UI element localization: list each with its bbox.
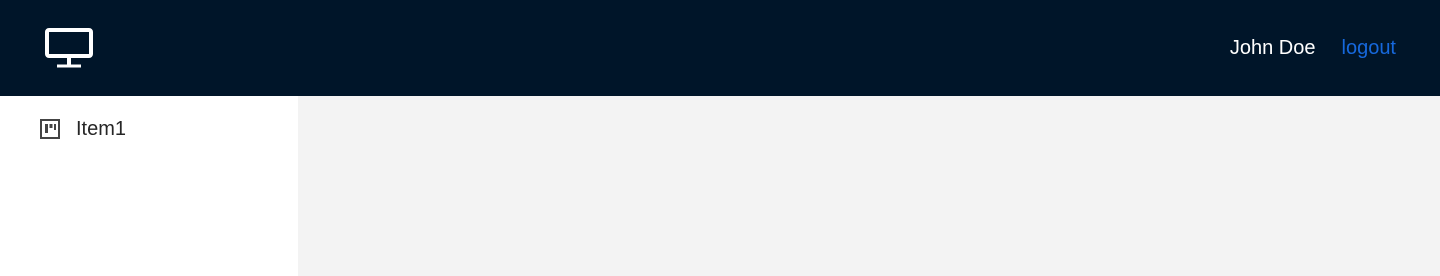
user-name: John Doe bbox=[1229, 36, 1316, 59]
project-board-icon bbox=[40, 119, 60, 139]
sidebar-item-label: Item1 bbox=[76, 117, 127, 140]
sidebar-item-item1[interactable]: Item1 bbox=[0, 118, 298, 140]
sidebar: Item1 bbox=[0, 96, 298, 276]
user-area: John Doe logout bbox=[1230, 37, 1396, 60]
desktop-icon bbox=[44, 27, 94, 69]
logout-link[interactable]: logout bbox=[1342, 37, 1397, 60]
main-layout: Item1 bbox=[0, 96, 1440, 276]
app-root: John Doe logout Item1 bbox=[0, 0, 1440, 276]
content-area bbox=[298, 96, 1440, 276]
top-header: John Doe logout bbox=[0, 0, 1440, 96]
logo[interactable] bbox=[44, 27, 94, 69]
